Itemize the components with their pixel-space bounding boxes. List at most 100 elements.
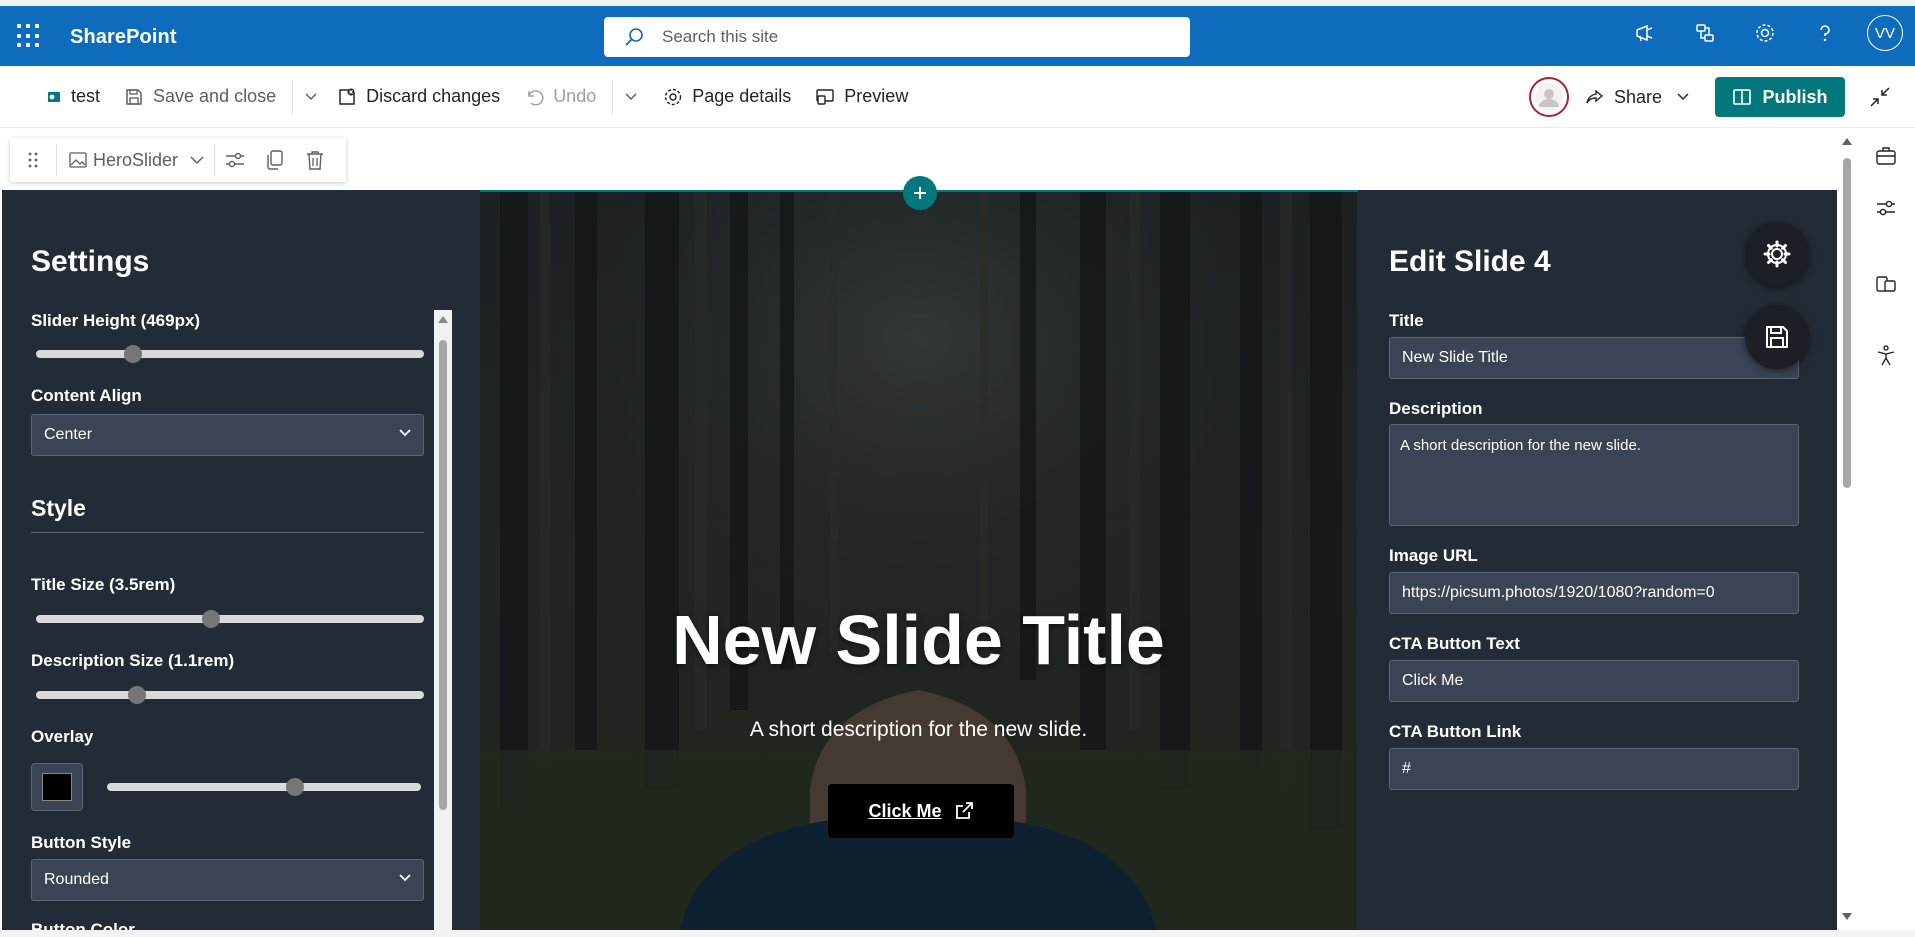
command-bar: test Save and close Discard changes Undo… bbox=[0, 66, 1915, 128]
overlay-color-picker[interactable] bbox=[31, 763, 83, 811]
search-input[interactable]: Search this site bbox=[604, 17, 1190, 57]
chevron-down-icon bbox=[190, 155, 204, 164]
settings-fab-button[interactable] bbox=[1745, 222, 1809, 286]
style-heading: Style bbox=[31, 495, 86, 521]
design-ideas-icon[interactable] bbox=[1872, 270, 1900, 298]
button-color-label: Button Color bbox=[31, 920, 135, 930]
webpart-name: HeroSlider bbox=[93, 149, 179, 170]
settings-panel: Settings Slider Height (469px) Content A… bbox=[2, 190, 480, 930]
description-textarea[interactable]: A short description for the new slide. bbox=[1389, 424, 1799, 526]
page-name: test bbox=[71, 86, 101, 106]
edit-slide-panel: Edit Slide 4 Title New Slide Title Descr… bbox=[1357, 190, 1837, 930]
edit-properties-icon[interactable] bbox=[215, 151, 255, 169]
slider-height-slider[interactable] bbox=[36, 345, 424, 363]
scroll-thumb[interactable] bbox=[439, 340, 447, 810]
cta-button[interactable]: Click Me bbox=[828, 784, 1014, 838]
button-style-select[interactable]: Rounded bbox=[31, 859, 424, 901]
button-style-label: Button Style bbox=[31, 833, 132, 852]
content-align-label: Content Align bbox=[31, 386, 142, 405]
undo-button[interactable]: Undo bbox=[512, 77, 608, 117]
overlay-color-swatch bbox=[42, 773, 72, 801]
description-size-slider[interactable] bbox=[36, 686, 424, 704]
button-style-value: Rounded bbox=[44, 871, 109, 888]
add-section-button[interactable] bbox=[903, 176, 937, 210]
app-launcher-icon[interactable] bbox=[17, 24, 41, 48]
title-input[interactable]: New Slide Title bbox=[1389, 337, 1799, 379]
publish-button[interactable]: Publish bbox=[1715, 77, 1845, 117]
app-name[interactable]: SharePoint bbox=[70, 26, 177, 49]
discard-changes-button[interactable]: Discard changes bbox=[325, 77, 512, 117]
user-initials: VV bbox=[1867, 15, 1903, 51]
delete-icon[interactable] bbox=[295, 150, 335, 170]
chevron-down-icon bbox=[399, 874, 411, 882]
collapse-icon[interactable] bbox=[1845, 86, 1915, 108]
image-url-label: Image URL bbox=[1389, 546, 1478, 565]
content-align-select[interactable]: Center bbox=[31, 414, 424, 456]
gear-icon[interactable] bbox=[1735, 0, 1795, 66]
undo-options-chevron-icon[interactable] bbox=[617, 92, 645, 101]
user-avatar[interactable] bbox=[1528, 77, 1569, 117]
title-field-label: Title bbox=[1389, 311, 1424, 330]
title-size-label: Title Size (3.5rem) bbox=[31, 575, 176, 594]
webpart-name-dropdown[interactable]: HeroSlider bbox=[57, 150, 214, 171]
cta-text-label: CTA Button Text bbox=[1389, 634, 1520, 653]
preview-button[interactable]: Preview bbox=[803, 77, 920, 117]
toolbox-icon[interactable] bbox=[1872, 142, 1900, 170]
settings-scrollbar[interactable] bbox=[434, 310, 452, 930]
properties-sliders-icon[interactable] bbox=[1872, 194, 1900, 222]
external-link-icon bbox=[955, 802, 973, 819]
gear-icon bbox=[1763, 240, 1791, 268]
image-url-value: https://picsum.photos/1920/1080?random=0 bbox=[1402, 584, 1715, 601]
search-icon bbox=[625, 28, 643, 46]
duplicate-icon[interactable] bbox=[255, 150, 295, 170]
account-avatar[interactable]: VV bbox=[1855, 0, 1915, 66]
slider-thumb[interactable] bbox=[127, 686, 146, 704]
chevron-down-icon bbox=[399, 429, 411, 437]
help-icon[interactable] bbox=[1795, 0, 1855, 66]
slider-thumb[interactable] bbox=[124, 345, 142, 363]
page-scrollbar[interactable] bbox=[1838, 128, 1856, 930]
cta-text-value: Click Me bbox=[1402, 672, 1464, 689]
title-size-slider[interactable] bbox=[36, 610, 424, 628]
undo-label: Undo bbox=[553, 86, 597, 106]
page-details-label: Page details bbox=[692, 86, 792, 106]
share-button[interactable]: Share bbox=[1581, 77, 1693, 117]
overlay-opacity-slider[interactable] bbox=[107, 778, 421, 796]
overlay-label: Overlay bbox=[31, 727, 94, 746]
cta-link-label: CTA Button Link bbox=[1389, 722, 1522, 741]
undo-icon bbox=[528, 89, 544, 106]
page-details-button[interactable]: Page details bbox=[651, 77, 803, 117]
save-options-chevron-icon[interactable] bbox=[297, 92, 325, 101]
scroll-thumb[interactable] bbox=[1843, 158, 1851, 488]
title-input-value: New Slide Title bbox=[1402, 349, 1508, 366]
preview-icon bbox=[816, 88, 834, 105]
content-align-value: Center bbox=[44, 426, 93, 443]
image-url-input[interactable]: https://picsum.photos/1920/1080?random=0 bbox=[1389, 572, 1799, 614]
slider-thumb[interactable] bbox=[201, 610, 220, 628]
hero-slide: New Slide Title A short description for … bbox=[480, 190, 1357, 930]
megaphone-icon[interactable] bbox=[1615, 0, 1675, 66]
save-fab-button[interactable] bbox=[1745, 305, 1809, 369]
share-flow-icon[interactable] bbox=[1675, 0, 1735, 66]
discard-changes-label: Discard changes bbox=[366, 86, 501, 106]
cta-link-input[interactable]: # bbox=[1389, 748, 1799, 790]
scroll-up-icon[interactable] bbox=[1842, 138, 1852, 145]
share-label: Share bbox=[1613, 86, 1662, 107]
edit-slide-title: Edit Slide 4 bbox=[1389, 245, 1551, 278]
webpart-toolbar: HeroSlider bbox=[10, 138, 346, 182]
publish-label: Publish bbox=[1762, 86, 1828, 107]
page-name-button[interactable]: test bbox=[34, 77, 112, 117]
scroll-down-icon[interactable] bbox=[1842, 913, 1852, 920]
description-textarea-value: A short description for the new slide. bbox=[1400, 437, 1641, 454]
save-and-close-button[interactable]: Save and close bbox=[112, 77, 288, 117]
accessibility-icon[interactable] bbox=[1872, 342, 1900, 370]
window-bottom-strip bbox=[0, 930, 1915, 937]
slide-title: New Slide Title bbox=[672, 601, 1165, 679]
drag-handle-icon[interactable] bbox=[10, 151, 56, 169]
slider-thumb[interactable] bbox=[286, 778, 305, 796]
slider-height-label: Slider Height (469px) bbox=[31, 311, 201, 330]
discard-icon bbox=[339, 88, 355, 105]
cta-text-input[interactable]: Click Me bbox=[1389, 660, 1799, 702]
save-and-close-label: Save and close bbox=[153, 86, 277, 106]
suite-bar: SharePoint Search this site VV bbox=[0, 0, 1915, 66]
